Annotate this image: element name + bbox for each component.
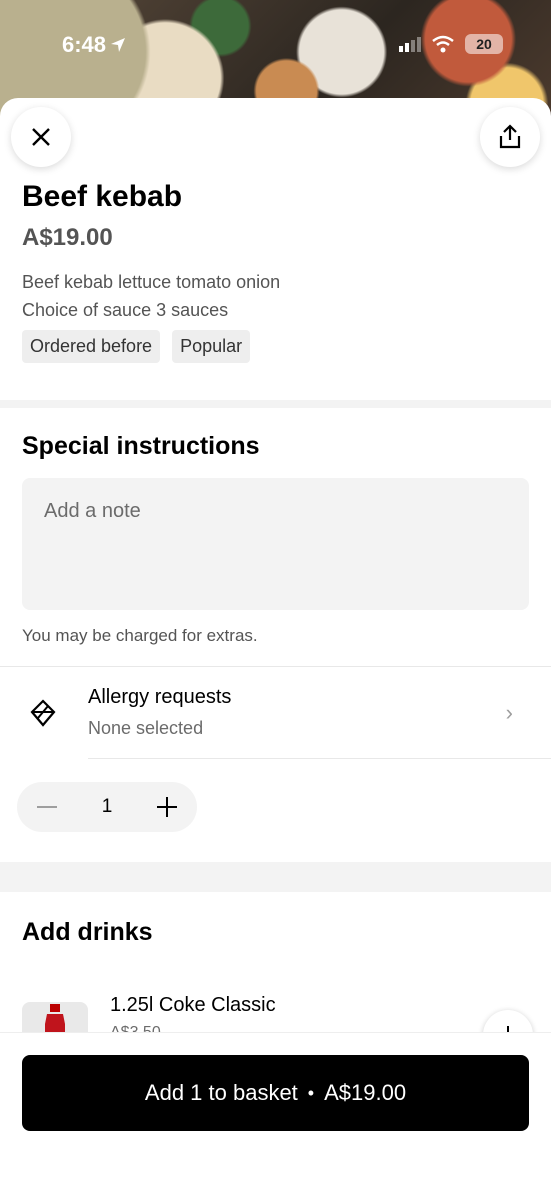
chevron-right-icon: › bbox=[505, 700, 513, 725]
item-title: Beef kebab bbox=[22, 180, 183, 213]
quantity-stepper[interactable]: 1 bbox=[17, 782, 197, 832]
special-instructions-title: Special instructions bbox=[22, 432, 260, 460]
tag-ordered-before: Ordered before bbox=[22, 330, 161, 363]
quantity-value: 1 bbox=[101, 796, 113, 817]
drink-name: 1.25l Coke Classic bbox=[110, 994, 276, 1016]
basket-total: A$19.00 bbox=[324, 1080, 407, 1105]
divider bbox=[0, 666, 551, 667]
tag-popular: Popular bbox=[172, 330, 251, 363]
location-arrow-icon bbox=[111, 38, 126, 52]
footer-bar: Add 1 to basket • A$19.00 bbox=[0, 1032, 551, 1200]
item-tags: Ordered before Popular bbox=[22, 330, 251, 363]
signal-icon bbox=[399, 37, 421, 52]
close-icon bbox=[32, 128, 50, 146]
allergy-icon bbox=[30, 699, 56, 727]
battery-icon: 20 bbox=[465, 34, 503, 54]
allergy-requests-row[interactable]: Allergy requests None selected › bbox=[0, 670, 551, 758]
plus-icon bbox=[156, 797, 177, 817]
allergy-title: Allergy requests bbox=[88, 686, 232, 708]
extras-note: You may be charged for extras. bbox=[22, 626, 258, 645]
close-button[interactable] bbox=[11, 107, 71, 167]
item-price: A$19.00 bbox=[22, 224, 113, 251]
section-gap bbox=[0, 862, 551, 892]
item-description: Beef kebab lettuce tomato onion Choice o… bbox=[22, 272, 281, 320]
divider bbox=[88, 758, 551, 759]
add-to-basket-button[interactable]: Add 1 to basket • A$19.00 bbox=[22, 1055, 529, 1131]
wifi-icon bbox=[432, 35, 454, 53]
allergy-subtitle: None selected bbox=[88, 718, 204, 738]
share-button[interactable] bbox=[480, 107, 540, 167]
status-icons: 20 bbox=[399, 34, 503, 54]
decrement-button[interactable] bbox=[35, 795, 59, 819]
minus-icon bbox=[37, 806, 57, 808]
add-drinks-title: Add drinks bbox=[22, 918, 153, 946]
section-divider bbox=[0, 400, 551, 408]
note-input[interactable] bbox=[22, 478, 529, 610]
status-bar: 6:48 20 bbox=[0, 0, 551, 90]
share-icon bbox=[499, 124, 521, 149]
status-time: 6:48 bbox=[62, 32, 126, 58]
increment-button[interactable] bbox=[155, 795, 179, 819]
